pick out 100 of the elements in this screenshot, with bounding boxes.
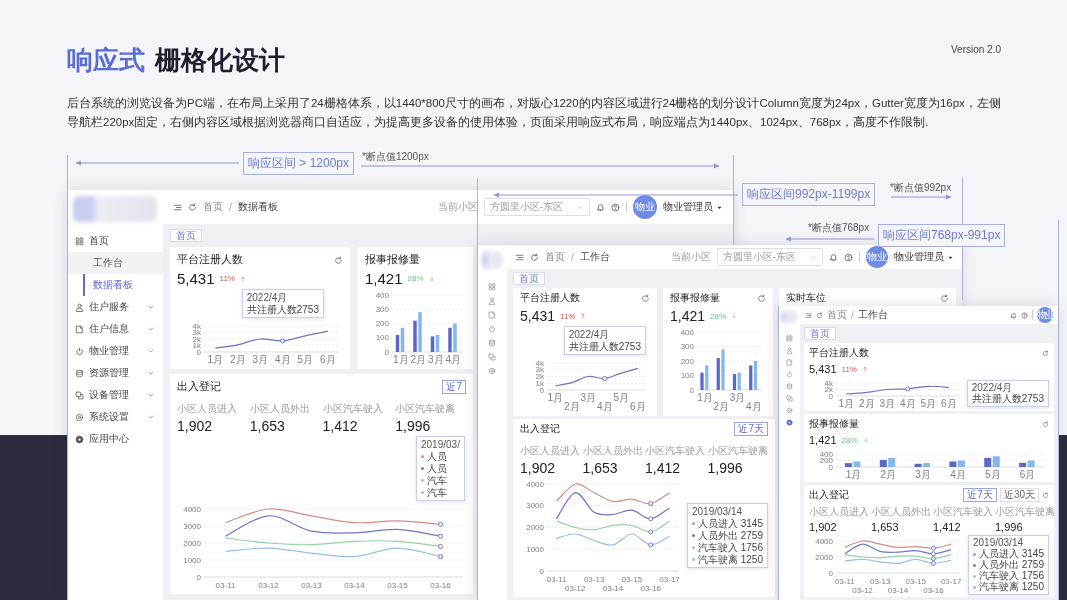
nav-item[interactable]: 住户服务 xyxy=(67,296,163,318)
range-button[interactable]: 近7 xyxy=(442,380,466,394)
card-title: 报事报修量 xyxy=(365,253,420,267)
bell-icon[interactable] xyxy=(1010,311,1017,319)
axis-label: 0 xyxy=(828,391,833,401)
axis-label: 0 xyxy=(828,568,833,578)
legend-dot xyxy=(691,522,695,525)
person-icon[interactable] xyxy=(785,347,793,354)
stat-label: 小区汽车驶离 xyxy=(707,444,768,458)
axis-label: 4月 xyxy=(950,469,966,480)
axis-label: 03-17 xyxy=(940,577,962,586)
menu-icon[interactable] xyxy=(515,252,524,262)
axis-label: 1月 xyxy=(697,392,713,403)
metric-value: 5,431 xyxy=(809,363,837,375)
range-button[interactable]: 近7天 xyxy=(963,488,997,502)
nav-item[interactable]: 设备管理 xyxy=(67,384,163,406)
settings-icon[interactable] xyxy=(785,407,793,414)
nav-subitem[interactable]: 数据看板 xyxy=(83,274,163,296)
axis-label: 5月 xyxy=(613,392,630,403)
breadcrumb-link[interactable]: 工作台 xyxy=(579,250,610,264)
stat-label: 小区人员外出 xyxy=(871,505,931,519)
range-button[interactable]: 近30天 xyxy=(999,488,1039,502)
metric-value: 1,421 xyxy=(365,270,403,287)
axis-label: 4000 xyxy=(815,536,833,546)
axis-label: 4月 xyxy=(274,354,291,365)
person-icon[interactable] xyxy=(488,297,496,305)
dot-icon[interactable] xyxy=(785,419,793,426)
help-icon[interactable] xyxy=(611,202,620,212)
power-icon[interactable] xyxy=(488,325,496,333)
breadcrumb-link[interactable]: 数据看板 xyxy=(237,200,278,214)
axis-label: 1000 xyxy=(526,544,544,554)
breadcrumb-link[interactable]: 首页 xyxy=(545,250,565,264)
axis-label: 6月 xyxy=(629,401,646,412)
page-tab[interactable]: 首页 xyxy=(513,272,545,285)
document-icon[interactable] xyxy=(785,359,793,366)
axis-label: 4k xyxy=(535,358,544,368)
refresh-icon[interactable] xyxy=(757,293,766,303)
stat-value: 1,653 xyxy=(249,418,286,434)
legend-dot xyxy=(691,558,695,561)
hover-marker-drawing xyxy=(930,545,936,566)
bell-icon[interactable] xyxy=(596,202,605,212)
layers-icon[interactable] xyxy=(488,353,496,361)
refresh-icon[interactable] xyxy=(1042,420,1049,428)
refresh-icon[interactable] xyxy=(1042,491,1049,499)
document-icon xyxy=(75,324,84,334)
refresh-icon[interactable] xyxy=(188,202,197,212)
nav-item[interactable]: 首页 xyxy=(67,230,163,252)
database-icon[interactable] xyxy=(488,339,496,347)
help-icon[interactable] xyxy=(1021,311,1028,319)
nav-item[interactable]: 物业管理 xyxy=(67,340,163,362)
power-icon[interactable] xyxy=(785,371,793,378)
settings-icon[interactable] xyxy=(488,367,496,375)
bell-icon[interactable] xyxy=(829,252,838,262)
menu-icon[interactable] xyxy=(805,311,812,319)
stat-value: 1,412 xyxy=(322,418,359,434)
legend-dot xyxy=(421,467,424,470)
page-tab[interactable]: 首页 xyxy=(170,229,202,242)
refresh-icon[interactable] xyxy=(816,311,823,319)
layers-icon[interactable] xyxy=(785,395,793,402)
document-icon[interactable] xyxy=(488,311,496,319)
user-avatar[interactable]: 物业 xyxy=(866,246,888,268)
axis-label: 100 xyxy=(680,371,694,381)
tooltip-title: 2022/4月 xyxy=(246,292,289,303)
nav-item[interactable]: 资源管理 xyxy=(67,362,163,384)
breadcrumb-link[interactable]: 首页 xyxy=(203,200,223,214)
chevron-down-icon xyxy=(147,347,155,355)
axis-label: 3k xyxy=(535,365,544,375)
stat-value: 1,902 xyxy=(177,418,214,434)
user-avatar[interactable]: 物业 xyxy=(633,195,657,219)
layers-icon xyxy=(75,390,84,400)
nav-subitem[interactable]: 工作台 xyxy=(67,252,163,274)
refresh-icon[interactable] xyxy=(641,293,650,303)
page-tab[interactable]: 首页 xyxy=(804,327,836,340)
breadcrumb-separator: / xyxy=(851,309,854,321)
nav-item[interactable]: 应用中心 xyxy=(67,428,163,450)
grid-icon[interactable] xyxy=(785,335,793,342)
user-menu[interactable]: 物业管理员 xyxy=(894,250,954,264)
axis-label: 03-11 xyxy=(215,581,236,590)
help-icon[interactable] xyxy=(844,252,853,262)
grid-icon xyxy=(75,236,84,246)
refresh-icon[interactable] xyxy=(940,293,949,303)
axis-label: 4k xyxy=(192,321,201,331)
database-icon[interactable] xyxy=(785,383,793,390)
breadcrumb-link[interactable]: 首页 xyxy=(827,308,847,322)
refresh-icon[interactable] xyxy=(334,255,343,265)
legend-dot xyxy=(421,455,424,458)
nav-item[interactable]: 住户信息 xyxy=(67,318,163,340)
range-button[interactable]: 近7天 xyxy=(734,422,768,436)
grid-icon[interactable] xyxy=(488,283,496,291)
breadcrumb-link[interactable]: 工作台 xyxy=(857,308,888,322)
axis-label: 200 xyxy=(680,356,694,366)
axis-label: 3000 xyxy=(183,521,201,531)
chevron-down-icon xyxy=(577,203,584,211)
menu-icon[interactable] xyxy=(173,202,182,212)
axis-label: 1月 xyxy=(392,354,409,365)
refresh-icon[interactable] xyxy=(530,252,539,262)
refresh-icon[interactable] xyxy=(1042,349,1049,357)
tooltip-entry: 人员进入 3145 xyxy=(978,549,1044,559)
nav-item[interactable]: 系统设置 xyxy=(67,406,163,428)
user-menu[interactable]: 物业管理员 xyxy=(663,200,723,214)
